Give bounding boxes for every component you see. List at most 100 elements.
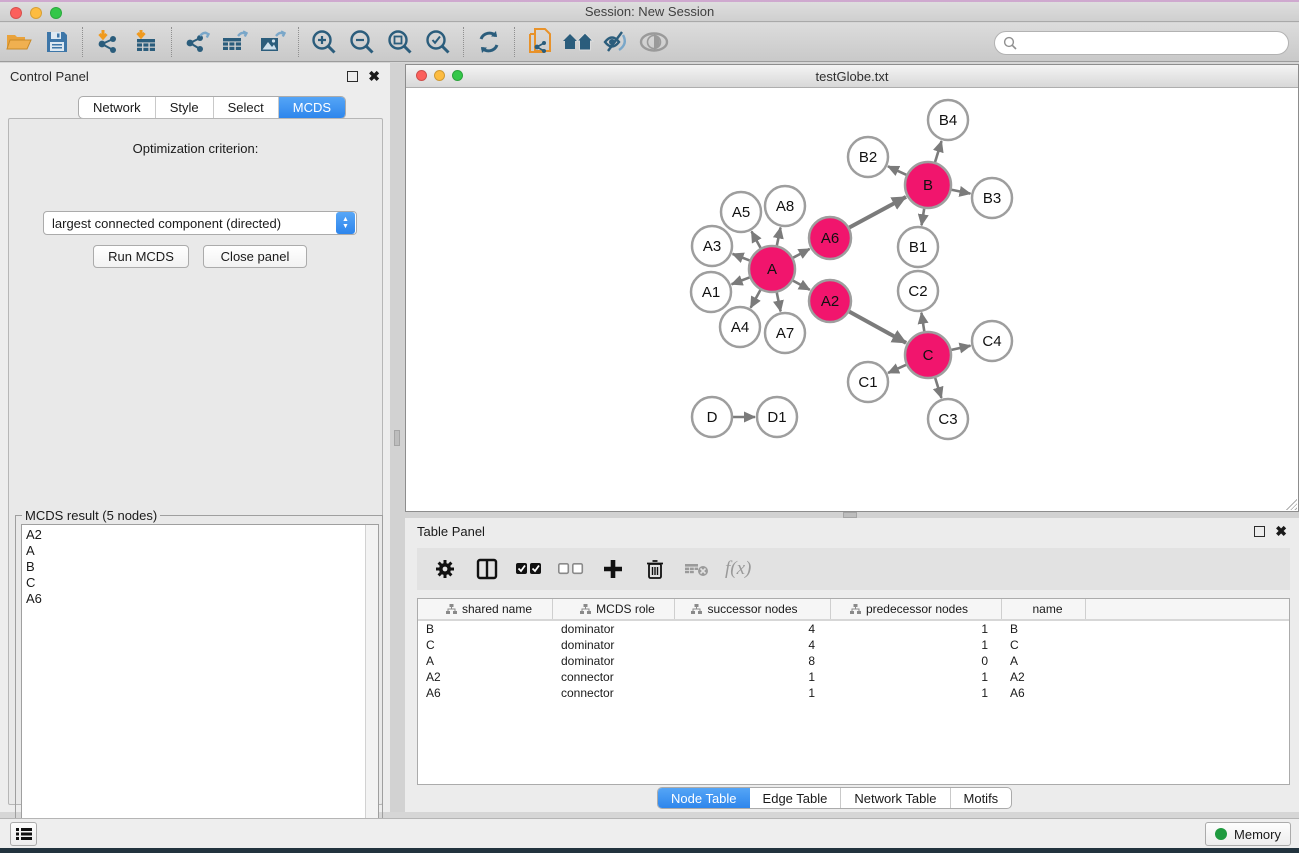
zoom-window-button[interactable] — [50, 7, 62, 19]
graph-node-C2[interactable]: C2 — [898, 271, 938, 311]
float-panel-icon[interactable] — [347, 71, 358, 82]
zoom-fit-button[interactable] — [381, 25, 419, 59]
float-panel-icon[interactable] — [1254, 526, 1265, 537]
graph-node-A8[interactable]: A8 — [765, 186, 805, 226]
column-header-shared-name[interactable]: shared name — [418, 599, 553, 619]
mcds-result-item[interactable]: B — [26, 559, 361, 575]
column-header-successor-nodes[interactable]: successor nodes — [675, 599, 831, 619]
close-panel-button[interactable]: Close panel — [203, 245, 307, 268]
birds-eye-view-button[interactable] — [635, 25, 673, 59]
delete-table-button[interactable] — [683, 554, 711, 584]
apply-preferred-layout-button[interactable] — [470, 25, 508, 59]
toolbar-search[interactable] — [994, 31, 1289, 55]
table-cell[interactable]: 0 — [831, 654, 1002, 668]
graph-edge-A-A7[interactable] — [777, 293, 781, 312]
graph-node-B[interactable]: B — [905, 162, 951, 208]
memory-button[interactable]: Memory — [1205, 822, 1291, 846]
table-cell[interactable]: connector — [553, 686, 675, 700]
table-cell[interactable]: A2 — [1002, 670, 1086, 684]
window-resize-grip[interactable] — [1283, 496, 1297, 510]
vertical-split-divider[interactable] — [390, 63, 405, 812]
graph-node-A4[interactable]: A4 — [720, 307, 760, 347]
zoom-selected-button[interactable] — [419, 25, 457, 59]
mcds-result-item[interactable]: A — [26, 543, 361, 559]
table-cell[interactable]: 1 — [831, 638, 1002, 652]
graph-node-B2[interactable]: B2 — [848, 137, 888, 177]
tab-node-table[interactable]: Node Table — [658, 788, 750, 808]
mcds-result-item[interactable]: A6 — [26, 591, 361, 607]
graph-edge-A6-B[interactable] — [849, 197, 906, 228]
tab-edge-table[interactable]: Edge Table — [750, 788, 842, 808]
graph-edge-A-A2[interactable] — [793, 281, 810, 290]
tab-network[interactable]: Network — [79, 97, 156, 118]
graph-node-A5[interactable]: A5 — [721, 192, 761, 232]
table-cell[interactable]: A — [418, 654, 553, 668]
mcds-result-item[interactable]: C — [26, 575, 361, 591]
graph-node-D1[interactable]: D1 — [757, 397, 797, 437]
graph-edge-C-C1[interactable] — [888, 365, 906, 373]
table-cell[interactable]: dominator — [553, 638, 675, 652]
graph-node-A1[interactable]: A1 — [691, 272, 731, 312]
graph-node-C3[interactable]: C3 — [928, 399, 968, 439]
minimize-network-window-button[interactable] — [434, 70, 445, 81]
table-row[interactable]: Bdominator41B — [418, 621, 1289, 637]
graph-edge-B-B3[interactable] — [952, 190, 971, 194]
mcds-result-item[interactable]: A2 — [26, 527, 361, 543]
table-cell[interactable]: connector — [553, 670, 675, 684]
tab-mcds[interactable]: MCDS — [279, 97, 345, 118]
run-mcds-button[interactable]: Run MCDS — [93, 245, 189, 268]
minimize-window-button[interactable] — [30, 7, 42, 19]
graph-edge-B-B2[interactable] — [888, 166, 906, 175]
close-network-window-button[interactable] — [416, 70, 427, 81]
network-window-titlebar[interactable]: testGlobe.txt — [406, 65, 1298, 88]
graph-node-A3[interactable]: A3 — [692, 226, 732, 266]
column-header-predecessor-nodes[interactable]: predecessor nodes — [831, 599, 1002, 619]
table-row[interactable]: Adominator80A — [418, 653, 1289, 669]
table-cell[interactable]: 8 — [675, 654, 831, 668]
open-session-button[interactable] — [0, 25, 38, 59]
import-network-button[interactable] — [89, 25, 127, 59]
table-cell[interactable]: 4 — [675, 638, 831, 652]
network-graph[interactable]: B4B2BB3A8A5A6A3B1AA1C2A2A4A7C4CC1DD1C3 — [406, 88, 1298, 511]
export-network-button[interactable] — [178, 25, 216, 59]
graph-edge-A-A6[interactable] — [793, 249, 810, 258]
graph-node-A6[interactable]: A6 — [809, 217, 851, 259]
table-cell[interactable]: 1 — [675, 670, 831, 684]
table-cell[interactable]: B — [418, 622, 553, 636]
graph-edge-C-C2[interactable] — [921, 313, 924, 332]
graph-edge-A-A8[interactable] — [777, 228, 781, 246]
table-row[interactable]: A6connector11A6 — [418, 685, 1289, 701]
tab-motifs[interactable]: Motifs — [951, 788, 1012, 808]
create-column-button[interactable] — [599, 554, 627, 584]
graph-edge-B-B4[interactable] — [935, 141, 941, 162]
table-cell[interactable]: dominator — [553, 622, 675, 636]
task-history-button[interactable] — [10, 822, 37, 846]
table-cell[interactable]: A — [1002, 654, 1086, 668]
graph-node-C[interactable]: C — [905, 332, 951, 378]
table-cell[interactable]: 1 — [831, 686, 1002, 700]
close-panel-icon[interactable]: ✖ — [368, 71, 380, 82]
graph-node-B4[interactable]: B4 — [928, 100, 968, 140]
tab-select[interactable]: Select — [214, 97, 279, 118]
table-row[interactable]: Cdominator41C — [418, 637, 1289, 653]
table-cell[interactable]: C — [1002, 638, 1086, 652]
table-cell[interactable]: 1 — [831, 670, 1002, 684]
graph-node-A2[interactable]: A2 — [809, 280, 851, 322]
graph-node-B3[interactable]: B3 — [972, 178, 1012, 218]
table-cell[interactable]: B — [1002, 622, 1086, 636]
graph-edge-A2-C[interactable] — [849, 312, 906, 343]
tab-network-table[interactable]: Network Table — [841, 788, 950, 808]
column-header-MCDS-role[interactable]: MCDS role — [553, 599, 675, 619]
table-cell[interactable]: 4 — [675, 622, 831, 636]
close-panel-icon[interactable]: ✖ — [1275, 526, 1287, 537]
optimization-criterion-select[interactable]: largest connected component (directed) ▲… — [43, 211, 357, 235]
export-image-button[interactable] — [254, 25, 292, 59]
divider-grip[interactable] — [394, 430, 400, 446]
node-table[interactable]: shared nameMCDS rolesuccessor nodesprede… — [417, 598, 1290, 785]
export-table-button[interactable] — [216, 25, 254, 59]
show-graphics-details-button[interactable] — [597, 25, 635, 59]
close-window-button[interactable] — [10, 7, 22, 19]
graph-node-C4[interactable]: C4 — [972, 321, 1012, 361]
network-canvas[interactable]: B4B2BB3A8A5A6A3B1AA1C2A2A4A7C4CC1DD1C3 — [406, 88, 1298, 511]
graph-edge-A-A5[interactable] — [752, 231, 761, 248]
